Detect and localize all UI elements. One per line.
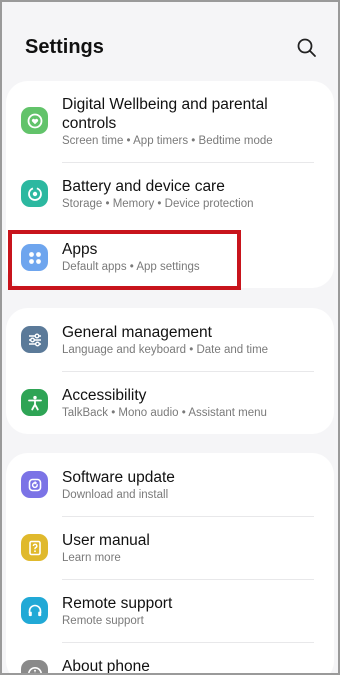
battery-care-icon [21,180,48,207]
settings-item-general-management[interactable]: General management Language and keyboard… [6,308,334,371]
software-update-icon [21,471,48,498]
item-title: Remote support [62,595,173,612]
item-subtitle: Learn more [62,552,121,564]
wellbeing-icon [21,107,48,134]
item-subtitle: TalkBack • Mono audio • Assistant menu [62,407,267,419]
item-subtitle: Download and install [62,489,169,501]
settings-item-remote-support[interactable]: Remote support Remote support [6,579,334,642]
headset-icon [21,597,48,624]
highlight-box [8,230,241,290]
item-title: Digital Wellbeing and parental [62,96,268,113]
item-subtitle: Screen time • App timers • Bedtime mode [62,135,273,147]
item-title: General management [62,324,212,341]
item-title: User manual [62,532,150,549]
settings-item-digital-wellbeing[interactable]: Digital Wellbeing and parental controls … [6,81,334,163]
item-title: Software update [62,469,175,486]
user-manual-icon [21,534,48,561]
item-subtitle: Storage • Memory • Device protection [62,198,254,210]
settings-group-2: General management Language and keyboard… [6,308,334,434]
page-title: Settings [25,36,104,58]
item-title: About phone [62,658,150,675]
settings-item-about-phone[interactable]: About phone [6,642,334,675]
search-button[interactable] [296,37,318,59]
settings-item-battery[interactable]: Battery and device care Storage • Memory… [6,163,334,226]
item-subtitle: Language and keyboard • Date and time [62,344,269,356]
info-icon [21,660,48,675]
accessibility-icon [21,389,48,416]
item-subtitle: Remote support [62,615,144,627]
sliders-icon [21,326,48,353]
item-title: Accessibility [62,387,147,404]
item-title: Battery and device care [62,178,225,195]
item-title-line2: controls [62,115,117,132]
settings-item-accessibility[interactable]: Accessibility TalkBack • Mono audio • As… [6,371,334,434]
search-icon [297,38,316,57]
settings-group-3: Software update Download and install Use… [6,453,334,675]
settings-item-user-manual[interactable]: User manual Learn more [6,516,334,579]
settings-item-software-update[interactable]: Software update Download and install [6,453,334,516]
header: Settings [0,0,340,80]
